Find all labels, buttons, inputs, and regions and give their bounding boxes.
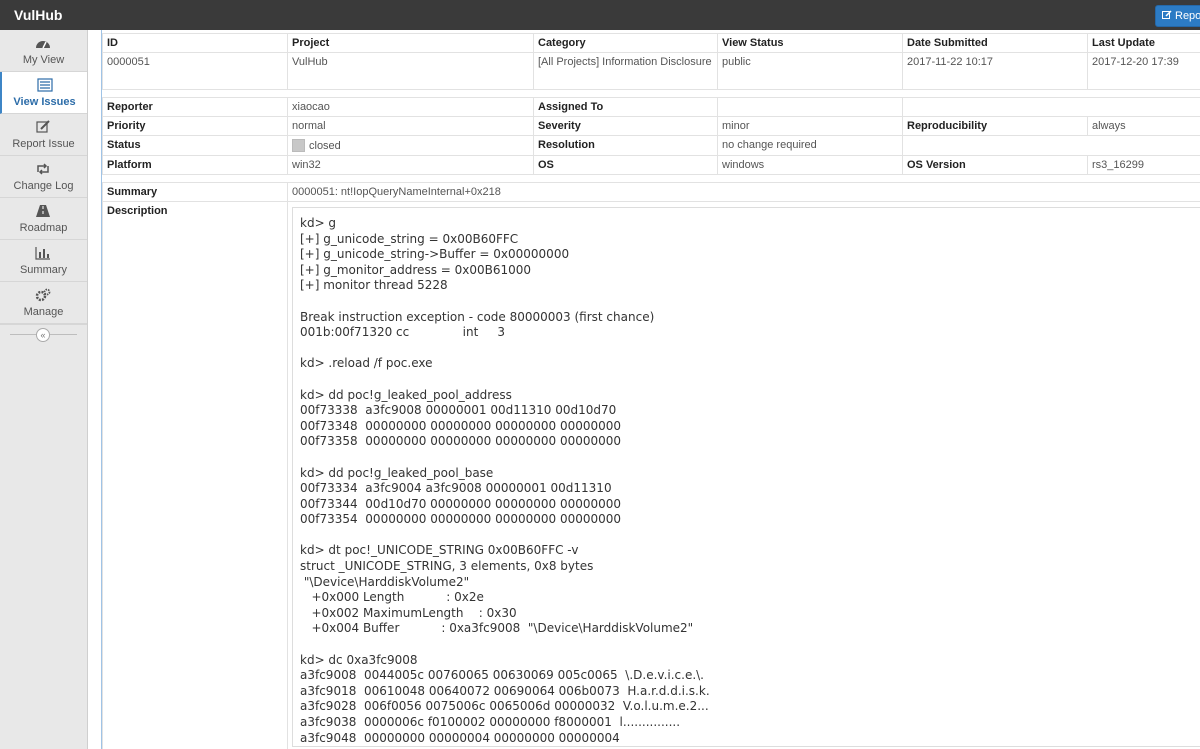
resolution-value: no change required <box>717 135 903 156</box>
sidebar: My View View Issues Report Issue Change … <box>0 30 88 749</box>
edit-icon <box>1162 10 1172 19</box>
platform-value: win32 <box>287 155 534 175</box>
sidebar-item-label: Roadmap <box>19 222 68 234</box>
sidebar-item-label: Report Issue <box>12 138 75 150</box>
issue-id: 0000051 <box>102 52 288 90</box>
sidebar-item-label: Change Log <box>13 180 74 192</box>
priority-row: Priority normal Severity minor Reproduci… <box>102 116 1200 136</box>
description-cell: kd> g [+] g_unicode_string = 0x00B60FFC … <box>287 201 1200 749</box>
id-header: ID <box>102 33 288 53</box>
view-status-header: View Status <box>717 33 903 53</box>
edit-icon <box>36 120 50 133</box>
gears-icon <box>35 288 51 302</box>
severity-label: Severity <box>533 116 718 136</box>
assigned-to-value <box>717 97 903 117</box>
report-button-label: Repo <box>1175 10 1200 22</box>
priority-label: Priority <box>102 116 288 136</box>
resolution-label: Resolution <box>533 135 718 156</box>
assigned-to-label: Assigned To <box>533 97 718 117</box>
reporter-row: Reporter xiaocao Assigned To <box>102 97 1200 117</box>
reproducibility-value: always <box>1087 116 1200 136</box>
os-version-value: rs3_16299 <box>1087 155 1200 175</box>
project-header: Project <box>287 33 534 53</box>
severity-value: minor <box>717 116 903 136</box>
status-row: Status closed Resolution no change requi… <box>102 135 1200 156</box>
issue-values-row: 0000051 VulHub [All Projects] Informatio… <box>102 52 1200 90</box>
bar-chart-icon <box>35 247 50 260</box>
last-update-header: Last Update <box>1087 33 1200 53</box>
reproducibility-label: Reproducibility <box>902 116 1088 136</box>
priority-value: normal <box>287 116 534 136</box>
status-value: closed <box>309 140 341 152</box>
empty-cell <box>902 135 1200 156</box>
sidebar-collapse-row: « <box>0 324 87 344</box>
os-version-label: OS Version <box>902 155 1088 175</box>
platform-row: Platform win32 OS windows OS Version rs3… <box>102 155 1200 175</box>
empty-cell <box>902 97 1200 117</box>
sidebar-item-label: Manage <box>23 306 64 318</box>
description-row: Description kd> g [+] g_unicode_string =… <box>102 201 1200 749</box>
issue-details-table: ID Project Category View Status Date Sub… <box>102 33 1200 749</box>
issue-view-status: public <box>717 52 903 90</box>
status-color-swatch <box>292 139 305 152</box>
issue-project: VulHub <box>287 52 534 90</box>
summary-value: 0000051: nt!IopQueryNameInternal+0x218 <box>287 182 1200 202</box>
sidebar-item-manage[interactable]: Manage <box>0 282 87 324</box>
date-submitted-header: Date Submitted <box>902 33 1088 53</box>
issue-category: [All Projects] Information Disclosure <box>533 52 718 90</box>
table-spacer <box>102 89 1200 98</box>
sidebar-item-label: View Issues <box>13 96 76 108</box>
sidebar-item-report-issue[interactable]: Report Issue <box>0 114 87 156</box>
os-value: windows <box>717 155 903 175</box>
issue-last-update: 2017-12-20 17:39 <box>1087 52 1200 90</box>
brand-logo-text[interactable]: VulHub <box>14 7 62 23</box>
report-issue-button[interactable]: Repo <box>1155 5 1200 27</box>
sidebar-item-summary[interactable]: Summary <box>0 240 87 282</box>
reporter-value: xiaocao <box>287 97 534 117</box>
sidebar-item-view-issues[interactable]: View Issues <box>0 72 87 114</box>
dashboard-icon <box>36 41 50 49</box>
status-label: Status <box>102 135 288 156</box>
issue-date-submitted: 2017-11-22 10:17 <box>902 52 1088 90</box>
os-label: OS <box>533 155 718 175</box>
table-spacer <box>102 174 1200 183</box>
list-icon <box>37 78 53 92</box>
issue-header-row: ID Project Category View Status Date Sub… <box>102 33 1200 53</box>
sidebar-item-label: My View <box>22 54 65 66</box>
description-text: kd> g [+] g_unicode_string = 0x00B60FFC … <box>292 207 1200 747</box>
reporter-label: Reporter <box>102 97 288 117</box>
sidebar-item-roadmap[interactable]: Roadmap <box>0 198 87 240</box>
sidebar-item-change-log[interactable]: Change Log <box>0 156 87 198</box>
retweet-icon <box>37 163 49 175</box>
platform-label: Platform <box>102 155 288 175</box>
road-icon <box>36 205 50 217</box>
sidebar-item-label: Summary <box>19 264 68 276</box>
top-navbar: VulHub Repo <box>0 0 1200 30</box>
summary-row: Summary 0000051: nt!IopQueryNameInternal… <box>102 182 1200 202</box>
collapse-sidebar-icon[interactable]: « <box>36 328 50 342</box>
description-label: Description <box>102 201 288 749</box>
category-header: Category <box>533 33 718 53</box>
sidebar-item-my-view[interactable]: My View <box>0 30 87 72</box>
status-value-cell: closed <box>287 135 534 156</box>
summary-label: Summary <box>102 182 288 202</box>
